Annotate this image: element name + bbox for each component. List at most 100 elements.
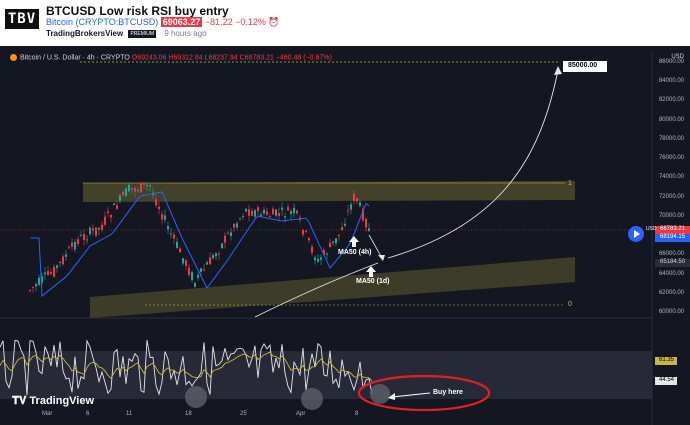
- price-tick: 82000.00: [658, 97, 684, 104]
- time-tick: Mar: [42, 411, 53, 417]
- candle-body: [272, 208, 274, 215]
- tradingview-logo[interactable]: 𝐓𝐕 TradingView: [12, 395, 94, 408]
- price-tick: 74000.00: [658, 174, 684, 181]
- candle-body: [80, 235, 82, 237]
- candle-body: [68, 247, 70, 249]
- ma50-4h-label: MA50 (4h): [338, 249, 372, 256]
- price-tick: 78000.00: [658, 135, 684, 142]
- candle-body: [245, 208, 247, 212]
- candle-body: [65, 254, 67, 257]
- candle-body: [155, 199, 157, 206]
- candle-body: [56, 265, 58, 268]
- candle-body: [182, 258, 184, 264]
- candle-body: [191, 272, 193, 280]
- candle-body: [128, 184, 130, 192]
- ma-price-label: 68194.15: [660, 234, 686, 240]
- candle-body: [302, 229, 304, 235]
- candle-body: [263, 209, 265, 214]
- candle-body: [296, 210, 298, 214]
- candle-body: [110, 214, 112, 218]
- tradingview-brand: TradingView: [29, 395, 95, 407]
- candle-body: [344, 223, 346, 226]
- candle-body: [308, 237, 310, 241]
- candle-body: [251, 210, 253, 216]
- candle-body: [212, 255, 214, 259]
- candle-body: [248, 209, 250, 216]
- ma50-1d-label: MA50 (1d): [356, 278, 390, 285]
- candle-body: [32, 286, 34, 288]
- candle-body: [77, 239, 79, 245]
- tv-mark-icon: 𝐓𝐕: [12, 395, 30, 407]
- candle-body: [47, 271, 49, 275]
- price-tick: 64000.00: [658, 270, 684, 277]
- time-tick: 18: [185, 411, 192, 417]
- rsi-low-marker-1: [185, 386, 207, 408]
- candle-body: [227, 232, 229, 234]
- candle-body: [143, 183, 145, 185]
- candle-body: [254, 210, 256, 217]
- candle-body: [137, 189, 139, 191]
- projection-arrowhead: [554, 66, 562, 75]
- candle-body: [293, 207, 295, 214]
- candle-body: [230, 232, 232, 237]
- fib-0-label: 0: [568, 301, 572, 308]
- ma50-4h-arrow: [349, 236, 359, 247]
- candle-body: [44, 272, 46, 275]
- candle-body: [239, 218, 241, 220]
- candle-body: [221, 243, 223, 249]
- candle-body: [269, 216, 271, 218]
- price-tick: 60000.00: [658, 309, 684, 315]
- candle-body: [116, 205, 118, 209]
- fib-1-label: 1: [568, 180, 572, 187]
- candle-body: [194, 282, 196, 287]
- last-price-label: 68783.21: [660, 226, 686, 232]
- candle-body: [305, 230, 307, 232]
- target-label: 85000.00: [568, 62, 598, 69]
- candle-body: [71, 242, 73, 247]
- candle-body: [74, 241, 76, 250]
- rsi-low-marker-2: [301, 388, 323, 410]
- candle-body: [140, 182, 142, 193]
- candle-body: [278, 213, 280, 216]
- candle-body: [329, 242, 331, 248]
- candle-body: [173, 234, 175, 239]
- time-tick: 25: [240, 411, 247, 417]
- candle-body: [86, 239, 88, 241]
- candle-body: [179, 248, 181, 253]
- candle-body: [356, 198, 358, 202]
- time-tick: 11: [126, 411, 133, 417]
- rsi-low-marker-3: [370, 384, 390, 404]
- bitcoin-icon: [10, 54, 17, 61]
- candle-body: [317, 259, 319, 262]
- candle-body: [134, 188, 136, 192]
- candle-body: [320, 257, 322, 260]
- candle-body: [122, 191, 124, 196]
- pullback-arrowhead: [378, 255, 385, 261]
- candle-body: [38, 277, 40, 285]
- candle-body: [335, 238, 337, 244]
- candle-body: [176, 241, 178, 248]
- candle-body: [257, 207, 259, 211]
- candle-body: [104, 216, 106, 225]
- legend-symbol[interactable]: Bitcoin / U.S. Dollar · 4h · CRYPTO: [20, 54, 130, 61]
- price-tick: 76000.00: [658, 155, 684, 162]
- time-tick: 8: [355, 411, 359, 417]
- candle-body: [347, 210, 349, 212]
- candle-body: [125, 188, 127, 197]
- candle-body: [188, 267, 190, 275]
- price-tick: 84000.00: [658, 78, 684, 85]
- price-tick: 80000.00: [658, 116, 684, 123]
- resistance-zone: [83, 181, 575, 202]
- candle-body: [161, 214, 163, 220]
- candle-body: [107, 211, 109, 213]
- price-tick: 72000.00: [658, 193, 684, 200]
- candle-body: [146, 185, 148, 187]
- candle-body: [170, 233, 172, 235]
- candle-body: [119, 195, 121, 201]
- candle-body: [326, 253, 328, 255]
- time-tick: 6: [86, 411, 90, 417]
- candle-body: [275, 209, 277, 216]
- rsi-ma-label: 44.54: [659, 377, 675, 383]
- candle-body: [35, 284, 37, 287]
- candle-body: [197, 274, 199, 278]
